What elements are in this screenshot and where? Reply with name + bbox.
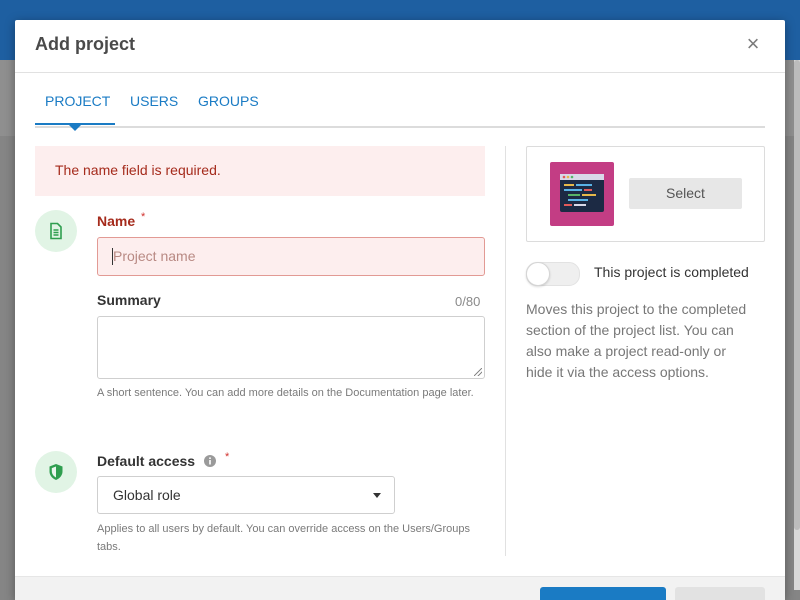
- document-icon: [35, 210, 77, 252]
- access-help-text: Applies to all users by default. You can…: [97, 523, 470, 553]
- access-required-mark: *: [225, 451, 230, 463]
- scrollbar-thumb[interactable]: [794, 60, 800, 530]
- toggle-knob: [526, 262, 550, 286]
- project-image-card: Select: [526, 146, 765, 242]
- project-name-input[interactable]: Project name: [97, 237, 485, 276]
- completed-toggle[interactable]: [526, 262, 580, 286]
- tab-users[interactable]: USERS: [130, 93, 178, 109]
- secondary-button[interactable]: [675, 587, 765, 600]
- shield-icon: [35, 451, 77, 493]
- tab-groups[interactable]: GROUPS: [198, 93, 259, 109]
- default-access-value: Global role: [113, 487, 181, 503]
- completed-toggle-label: This project is completed: [594, 264, 749, 280]
- default-access-select[interactable]: Global role: [97, 476, 395, 514]
- dialog-header: Add project ×: [15, 20, 785, 73]
- select-image-button[interactable]: Select: [629, 178, 742, 209]
- active-tab-caret: [68, 124, 82, 131]
- tab-bar: PROJECT USERS GROUPS: [35, 72, 765, 131]
- summary-char-counter: 0/80: [455, 294, 481, 309]
- summary-label: Summary: [97, 292, 161, 308]
- project-name-placeholder: Project name: [113, 248, 196, 264]
- textarea-resize-handle[interactable]: [474, 368, 482, 376]
- close-icon[interactable]: ×: [741, 32, 765, 56]
- error-alert: The name field is required.: [35, 146, 485, 196]
- dialog-title: Add project: [35, 34, 136, 54]
- info-icon[interactable]: [203, 454, 217, 468]
- chevron-down-icon: [373, 493, 381, 498]
- name-required-mark: *: [141, 211, 146, 223]
- default-access-label: Default access: [97, 453, 196, 469]
- error-message: The name field is required.: [55, 162, 221, 178]
- page-scrollbar[interactable]: [794, 60, 800, 590]
- dialog-footer: [15, 576, 785, 600]
- summary-help-text: A short sentence. You can add more detai…: [97, 387, 474, 399]
- column-divider: [505, 146, 506, 556]
- completed-description: Moves this project to the completed sect…: [526, 301, 747, 380]
- tab-project[interactable]: PROJECT: [45, 93, 110, 109]
- add-project-dialog: Add project × PROJECT USERS GROUPS The n…: [15, 20, 785, 600]
- name-label: Name: [97, 213, 136, 229]
- primary-button[interactable]: [540, 587, 666, 600]
- summary-textarea[interactable]: [97, 316, 485, 379]
- project-image: [550, 162, 614, 226]
